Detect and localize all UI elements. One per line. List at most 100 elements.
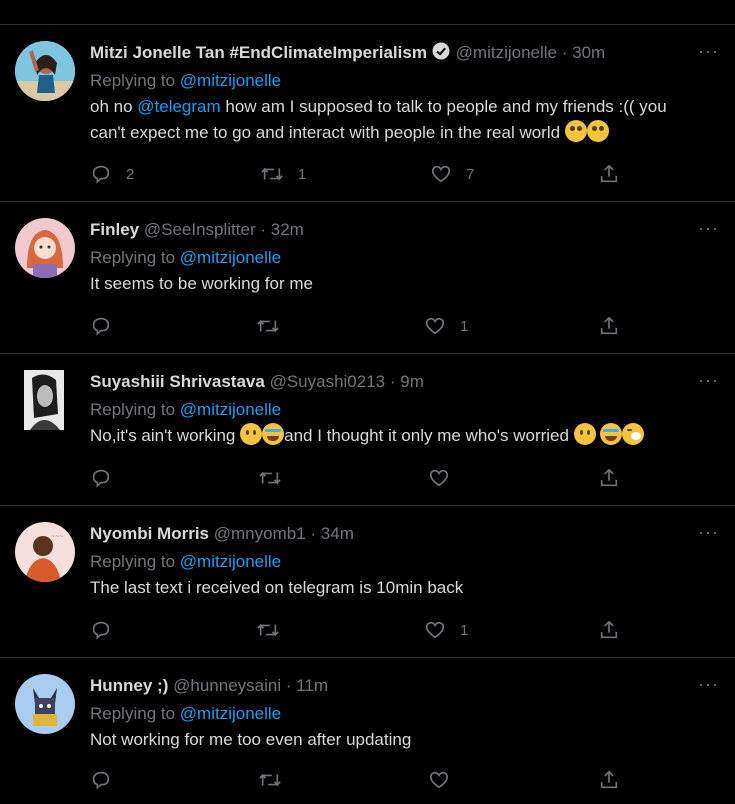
reply-button[interactable] bbox=[90, 618, 112, 642]
tweet-actions: 1 bbox=[90, 618, 630, 642]
user-handle[interactable]: @hunneysaini bbox=[173, 676, 281, 695]
share-button[interactable] bbox=[598, 768, 620, 792]
like-count: 7 bbox=[466, 165, 475, 183]
retweet-button[interactable]: 1 bbox=[260, 162, 306, 186]
display-name[interactable]: Hunney ;) bbox=[90, 676, 168, 695]
reply-button[interactable] bbox=[90, 314, 112, 338]
svg-text:~~~: ~~~ bbox=[51, 534, 64, 540]
user-handle[interactable]: @SeeInsplitter bbox=[144, 220, 256, 239]
face-without-mouth-emoji-icon bbox=[240, 423, 263, 445]
retweet-button[interactable] bbox=[258, 768, 282, 792]
more-options-icon[interactable]: ··· bbox=[698, 522, 719, 543]
more-options-icon[interactable]: ··· bbox=[698, 41, 719, 62]
heart-icon bbox=[425, 317, 445, 335]
share-icon bbox=[600, 468, 618, 487]
like-button[interactable]: 1 bbox=[424, 618, 468, 642]
share-button[interactable] bbox=[598, 162, 620, 186]
timestamp[interactable]: 34m bbox=[321, 524, 354, 543]
retweet-icon bbox=[257, 623, 279, 637]
avatar[interactable]: ~~~ bbox=[15, 522, 75, 582]
tweet-reply[interactable]: Suyashiii Shrivastava @Suyashi0213 · 9m … bbox=[0, 354, 735, 506]
top-bar bbox=[0, 0, 735, 25]
share-icon bbox=[600, 164, 618, 183]
user-handle[interactable]: @Suyashi0213 bbox=[270, 372, 386, 391]
replying-to-label: Replying to bbox=[90, 71, 180, 90]
reply-icon bbox=[92, 771, 110, 790]
tweet-header: Hunney ;) @hunneysaini · 11m bbox=[90, 674, 715, 698]
more-options-icon[interactable]: ··· bbox=[698, 218, 719, 239]
tweet-text: oh no @telegram how am I supposed to tal… bbox=[90, 94, 715, 120]
display-name[interactable]: Finley bbox=[90, 220, 139, 239]
like-button[interactable] bbox=[428, 466, 450, 490]
replying-to-mention[interactable]: @mitzijonelle bbox=[180, 704, 281, 723]
timestamp[interactable]: 9m bbox=[400, 372, 424, 391]
tweet-text: It seems to be working for me bbox=[90, 274, 313, 293]
tweet-actions: 1 bbox=[90, 314, 630, 338]
tears-of-joy-emoji-icon bbox=[262, 423, 285, 445]
replying-to-mention[interactable]: @mitzijonelle bbox=[180, 71, 281, 90]
replying-to-mention[interactable]: @mitzijonelle bbox=[180, 400, 281, 419]
share-button[interactable] bbox=[598, 466, 620, 490]
display-name[interactable]: Mitzi Jonelle Tan #EndClimateImperialism bbox=[90, 43, 427, 62]
avatar[interactable] bbox=[24, 370, 64, 430]
replying-to-mention[interactable]: @mitzijonelle bbox=[180, 552, 281, 571]
separator: · bbox=[385, 372, 401, 391]
avatar[interactable] bbox=[15, 218, 75, 278]
display-name[interactable]: Nyombi Morris bbox=[90, 524, 209, 543]
tweet-reply[interactable]: ~~~ Nyombi Morris @mnyomb1 · 34m Replyin… bbox=[0, 506, 735, 658]
share-icon bbox=[600, 770, 618, 789]
timestamp[interactable]: 32m bbox=[271, 220, 304, 239]
timestamp[interactable]: 30m bbox=[572, 43, 605, 62]
more-options-icon[interactable]: ··· bbox=[698, 674, 719, 695]
reply-button[interactable] bbox=[90, 768, 112, 792]
like-button[interactable]: 1 bbox=[424, 314, 468, 338]
replying-to-mention[interactable]: @mitzijonelle bbox=[180, 248, 281, 267]
avatar-image bbox=[15, 218, 75, 278]
display-name[interactable]: Suyashiii Shrivastava bbox=[90, 372, 265, 391]
tweet-header: Finley @SeeInsplitter · 32m bbox=[90, 218, 715, 242]
tweet-text-part: can't expect me to go and interact with … bbox=[90, 123, 561, 142]
share-button[interactable] bbox=[598, 314, 620, 338]
separator: · bbox=[281, 676, 297, 695]
user-handle[interactable]: @mitzijonelle bbox=[456, 43, 557, 62]
tweet-text-part: No,it's ain't working bbox=[90, 426, 241, 445]
tweet-text: No,it's ain't working and I thought it o… bbox=[90, 423, 715, 449]
reply-button[interactable]: 2 bbox=[90, 162, 134, 186]
avatar-image bbox=[24, 370, 64, 430]
share-button[interactable] bbox=[598, 618, 620, 642]
retweet-button[interactable] bbox=[258, 466, 282, 490]
reply-button[interactable] bbox=[90, 466, 112, 490]
reply-icon bbox=[92, 317, 110, 336]
tweet-reply[interactable]: Hunney ;) @hunneysaini · 11m Replying to… bbox=[0, 658, 735, 804]
tears-of-joy-emoji-icon bbox=[600, 423, 623, 445]
face-without-mouth-emoji-icon bbox=[573, 423, 596, 445]
user-handle[interactable]: @mnyomb1 bbox=[214, 524, 306, 543]
replying-to: Replying to @mitzijonelle bbox=[90, 549, 715, 575]
retweet-button[interactable] bbox=[256, 314, 280, 338]
more-options-icon[interactable]: ··· bbox=[698, 370, 719, 391]
avatar-image bbox=[15, 674, 75, 734]
retweet-icon bbox=[261, 167, 283, 181]
avatar[interactable] bbox=[15, 41, 75, 101]
like-button[interactable] bbox=[428, 768, 450, 792]
rolling-eyes-emoji-icon bbox=[586, 120, 609, 142]
heart-icon bbox=[429, 771, 449, 789]
tweet-header: Nyombi Morris @mnyomb1 · 34m bbox=[90, 522, 715, 546]
like-count: 1 bbox=[460, 317, 469, 335]
retweet-button[interactable] bbox=[256, 618, 280, 642]
tweet-text-line-2: can't expect me to go and interact with … bbox=[90, 120, 715, 146]
retweet-icon bbox=[259, 471, 281, 485]
tweet-mention[interactable]: @telegram bbox=[137, 97, 220, 116]
tweet-reply[interactable]: Mitzi Jonelle Tan #EndClimateImperialism… bbox=[0, 25, 735, 202]
avatar-image: ~~~ bbox=[15, 522, 75, 582]
like-count: 1 bbox=[460, 621, 469, 639]
timestamp[interactable]: 11m bbox=[296, 676, 328, 695]
like-button[interactable]: 7 bbox=[430, 162, 474, 186]
tweet-text-part: oh no bbox=[90, 97, 138, 116]
replying-to: Replying to @mitzijonelle bbox=[90, 701, 715, 727]
tweet-reply[interactable]: Finley @SeeInsplitter · 32m Replying to … bbox=[0, 202, 735, 354]
tweet-actions bbox=[90, 466, 630, 490]
verified-badge-icon bbox=[431, 41, 451, 68]
tweet-text-part: and I thought it only me who's worried bbox=[284, 426, 574, 445]
avatar[interactable] bbox=[15, 674, 75, 734]
